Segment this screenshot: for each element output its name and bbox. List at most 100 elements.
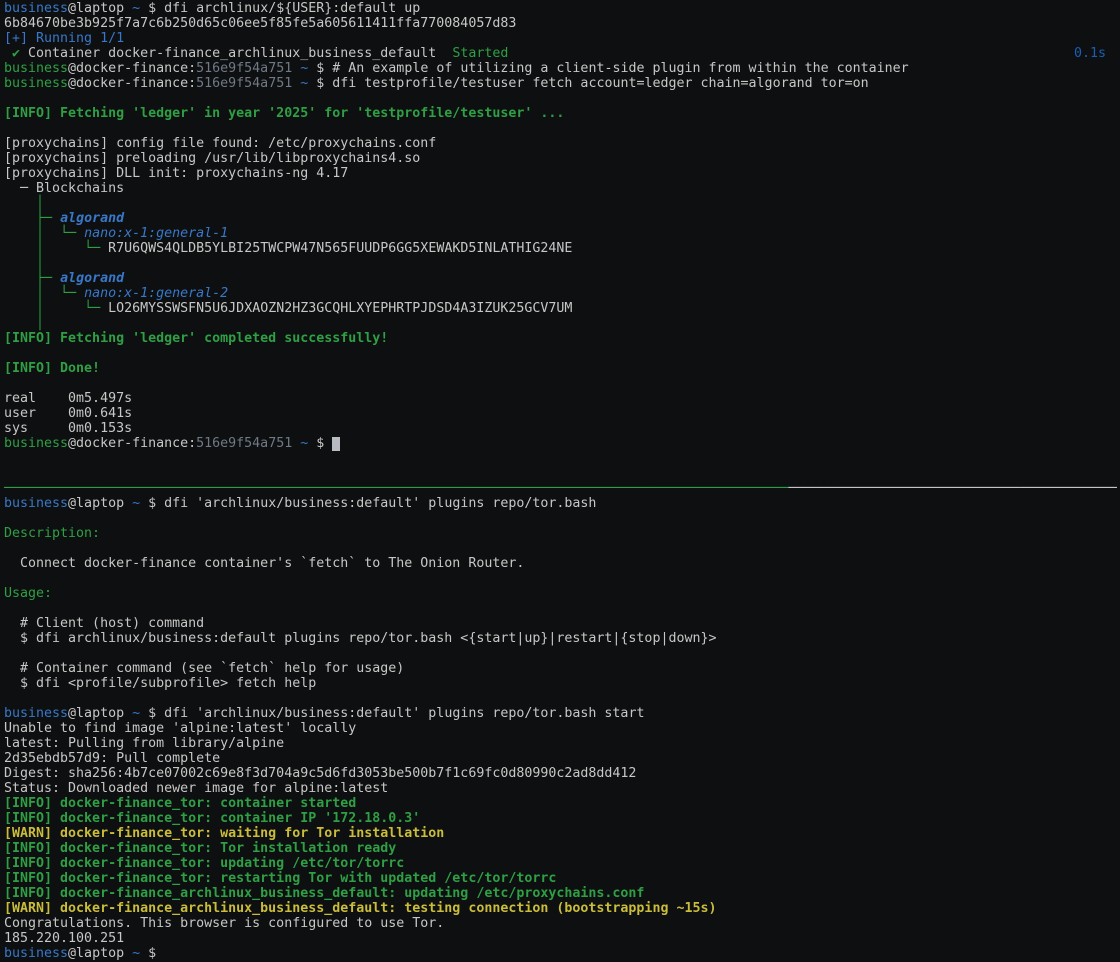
terminal-line: Status: Downloaded newer image for alpin… [4,781,1120,796]
terminal-line: business@laptop ~ $ dfi archlinux/${USER… [4,1,1120,16]
info-log: [INFO] docker-finance_tor: container sta… [4,796,356,811]
terminal-text [4,301,36,316]
chain-name: algorand [60,211,124,226]
prompt-host: @docker-finance: [68,61,196,76]
separator-green: ────────────────────────────────────────… [4,481,789,496]
terminal-line: │ └─ nano:x-1:general-1 [4,226,1120,241]
prompt-cwd: ~ [132,1,140,16]
terminal-line [4,646,1120,661]
command: $ # An example of utilizing a client-sid… [308,61,908,76]
terminal-line: ├─ algorand [4,211,1120,226]
command: $ dfi 'archlinux/business:default' plugi… [140,706,644,721]
terminal-line [4,571,1120,586]
tree-branch: │ [36,196,44,211]
terminal-line: latest: Pulling from library/alpine [4,736,1120,751]
prompt-user: business [4,436,68,451]
terminal-line: │ └─ LO26MYSSWSFN5U6JDXAOZN2HZ3GCQHLXYEP… [4,301,1120,316]
prompt-container-id: 516e9f54a751 [196,61,292,76]
terminal-text: Digest: sha256:4b7ce07002c69e8f3d704a9c5… [4,766,636,781]
prompt-user: business [4,706,68,721]
terminal-line: real 0m5.497s [4,391,1120,406]
terminal-line: ✔ Container docker-finance_archlinux_bus… [4,46,1120,61]
terminal-text: $ [308,436,332,451]
terminal-line: ├─ algorand [4,271,1120,286]
terminal-line: [INFO] Fetching 'ledger' completed succe… [4,331,1120,346]
info-log: [INFO] docker-finance_tor: restarting To… [4,871,556,886]
terminal[interactable]: business@laptop ~ $ dfi archlinux/${USER… [0,0,1120,962]
prompt-cwd: ~ [132,496,140,511]
command: $ dfi archlinux/${USER}:default up [140,1,420,16]
elapsed-time: 0.1s [1074,46,1106,61]
terminal-line: ─ Blockchains [4,181,1120,196]
terminal-line: [INFO] docker-finance_tor: container sta… [4,796,1120,811]
terminal-text: Connect docker-finance container's `fetc… [4,556,524,571]
terminal-text [76,286,84,301]
terminal-text [52,211,60,226]
info-log: [INFO] docker-finance_tor: updating /etc… [4,856,404,871]
terminal-line: [proxychains] DLL init: proxychains-ng 4… [4,166,1120,181]
terminal-text: [proxychains] preloading /usr/lib/libpro… [4,151,420,166]
wallet-address: LO26MYSSWSFN5U6JDXAOZN2HZ3GCQHLXYEPHRTPJ… [100,301,572,316]
wallet-address: R7U6QWS4QLDB5YLBI25TWCPW47N565FUUDP6GG5X… [100,241,572,256]
time-user: user 0m0.641s [4,406,132,421]
terminal-line [4,691,1120,706]
terminal-text [4,226,36,241]
terminal-line [4,511,1120,526]
tree-branch: └─ [60,226,76,241]
warn-log: [WARN] docker-finance_tor: waiting for T… [4,826,444,841]
terminal-line: Unable to find image 'alpine:latest' loc… [4,721,1120,736]
terminal-text: Unable to find image 'alpine:latest' loc… [4,721,356,736]
terminal-text [44,301,84,316]
terminal-text: Congratulations. This browser is configu… [4,916,444,931]
time-sys: sys 0m0.153s [4,421,132,436]
terminal-text: [proxychains] config file found: /etc/pr… [4,136,436,151]
prompt-host: @laptop [68,496,132,511]
separator-gray: ────────────────────────────────────────… [789,481,1117,496]
terminal-line: business@laptop ~ $ dfi 'archlinux/busin… [4,706,1120,721]
terminal-line: [INFO] docker-finance_tor: Tor installat… [4,841,1120,856]
info-log: [INFO] docker-finance_archlinux_business… [4,886,644,901]
terminal-line: Digest: sha256:4b7ce07002c69e8f3d704a9c5… [4,766,1120,781]
terminal-line: Description: [4,526,1120,541]
prompt-host: @docker-finance: [68,76,196,91]
account-name: nano:x-1:general-1 [84,226,228,241]
prompt-user: business [4,496,68,511]
prompt-user: business [4,76,68,91]
chain-name: algorand [60,271,124,286]
terminal-text [44,241,84,256]
terminal-line: user 0m0.641s [4,406,1120,421]
terminal-line: [proxychains] preloading /usr/lib/libpro… [4,151,1120,166]
warn-log: [WARN] docker-finance_archlinux_business… [4,901,716,916]
terminal-line: $ dfi archlinux/business:default plugins… [4,631,1120,646]
prompt-container-id: 516e9f54a751 [196,436,292,451]
terminal-line: # Container command (see `fetch` help fo… [4,661,1120,676]
terminal-line: Usage: [4,586,1120,601]
prompt-cwd: ~ [132,946,140,961]
terminal-text: 2d35ebdb57d9: Pull complete [4,751,220,766]
check-icon: ✔ [12,46,20,61]
compose-status: [+] Running 1/1 [4,31,124,46]
tree-branch: │ [36,256,44,271]
tree-branch: └─ [84,241,100,256]
terminal-line: Connect docker-finance container's `fetc… [4,556,1120,571]
terminal-line [4,541,1120,556]
terminal-line: ────────────────────────────────────────… [4,481,1120,496]
terminal-text: [proxychains] DLL init: proxychains-ng 4… [4,166,348,181]
terminal-line: [INFO] Done! [4,361,1120,376]
terminal-line [4,601,1120,616]
info-log: [INFO] Fetching 'ledger' in year '2025' … [4,106,564,121]
terminal-line: [WARN] docker-finance_archlinux_business… [4,901,1120,916]
terminal-line: [INFO] docker-finance_tor: restarting To… [4,871,1120,886]
terminal-line: 185.220.100.251 [4,931,1120,946]
terminal-line: [+] Running 1/1 [4,31,1120,46]
terminal-line: [proxychains] config file found: /etc/pr… [4,136,1120,151]
terminal-line: │ [4,316,1120,331]
tree-root: ─ Blockchains [4,181,124,196]
terminal-line: [INFO] docker-finance_archlinux_business… [4,886,1120,901]
terminal-line: [INFO] docker-finance_tor: container IP … [4,811,1120,826]
terminal-line [4,466,1120,481]
prompt-user: business [4,1,68,16]
terminal-text [4,271,36,286]
terminal-text [4,211,36,226]
terminal-text: Status: Downloaded newer image for alpin… [4,781,388,796]
